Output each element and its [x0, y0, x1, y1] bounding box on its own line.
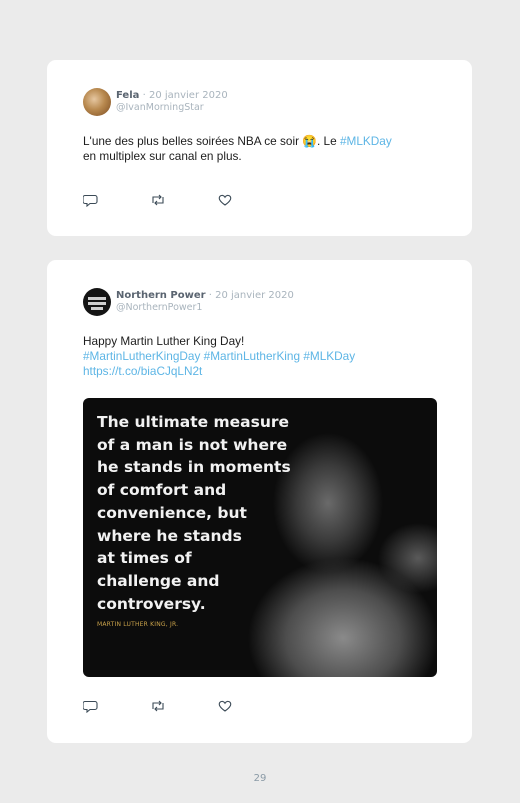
tweet-card: Northern Power · 20 janvier 2020 @Northe…: [47, 260, 472, 743]
tweet-url-link[interactable]: https://t.co/biaCJqLN2t: [83, 364, 202, 378]
tweet-text-line: Happy Martin Luther King Day!: [83, 334, 245, 348]
tweet-image[interactable]: The ultimate measure of a man is not whe…: [83, 398, 437, 677]
avatar[interactable]: [83, 288, 111, 316]
author-name[interactable]: Fela: [116, 90, 139, 101]
tweet-text: Happy Martin Luther King Day! #MartinLut…: [83, 334, 443, 379]
retweet-icon[interactable]: [150, 699, 166, 713]
tweet-actions: [83, 193, 243, 209]
heart-icon[interactable]: [217, 699, 233, 713]
page-number: 29: [253, 773, 267, 784]
tweet-date[interactable]: 20 janvier 2020: [215, 290, 294, 301]
heart-icon[interactable]: [217, 193, 233, 207]
tweet-text: L'une des plus belles soirées NBA ce soi…: [83, 134, 443, 164]
tweet-date[interactable]: 20 janvier 2020: [149, 90, 228, 101]
author-handle[interactable]: @IvanMorningStar: [116, 102, 204, 113]
tweet-actions: [83, 699, 243, 715]
author-handle[interactable]: @NorthernPower1: [116, 302, 202, 313]
retweet-icon[interactable]: [150, 193, 166, 207]
image-quote-text: The ultimate measure of a man is not whe…: [97, 413, 291, 613]
hashtag-link[interactable]: #MLKDay: [340, 134, 392, 148]
tweet-card: Fela · 20 janvier 2020 @IvanMorningStar …: [47, 60, 472, 236]
separator: ·: [208, 290, 212, 301]
reply-icon[interactable]: [83, 699, 99, 713]
image-attribution: MARTIN LUTHER KING, JR.: [97, 621, 179, 628]
avatar[interactable]: [83, 88, 111, 116]
hashtag-links[interactable]: #MartinLutherKingDay #MartinLutherKing #…: [83, 349, 355, 363]
tweet-text-start: L'une des plus belles soirées NBA ce soi…: [83, 134, 340, 148]
reply-icon[interactable]: [83, 193, 99, 207]
author-name[interactable]: Northern Power: [116, 290, 206, 301]
separator: ·: [142, 90, 146, 101]
tweet-text-end: en multiplex sur canal en plus.: [83, 149, 242, 163]
